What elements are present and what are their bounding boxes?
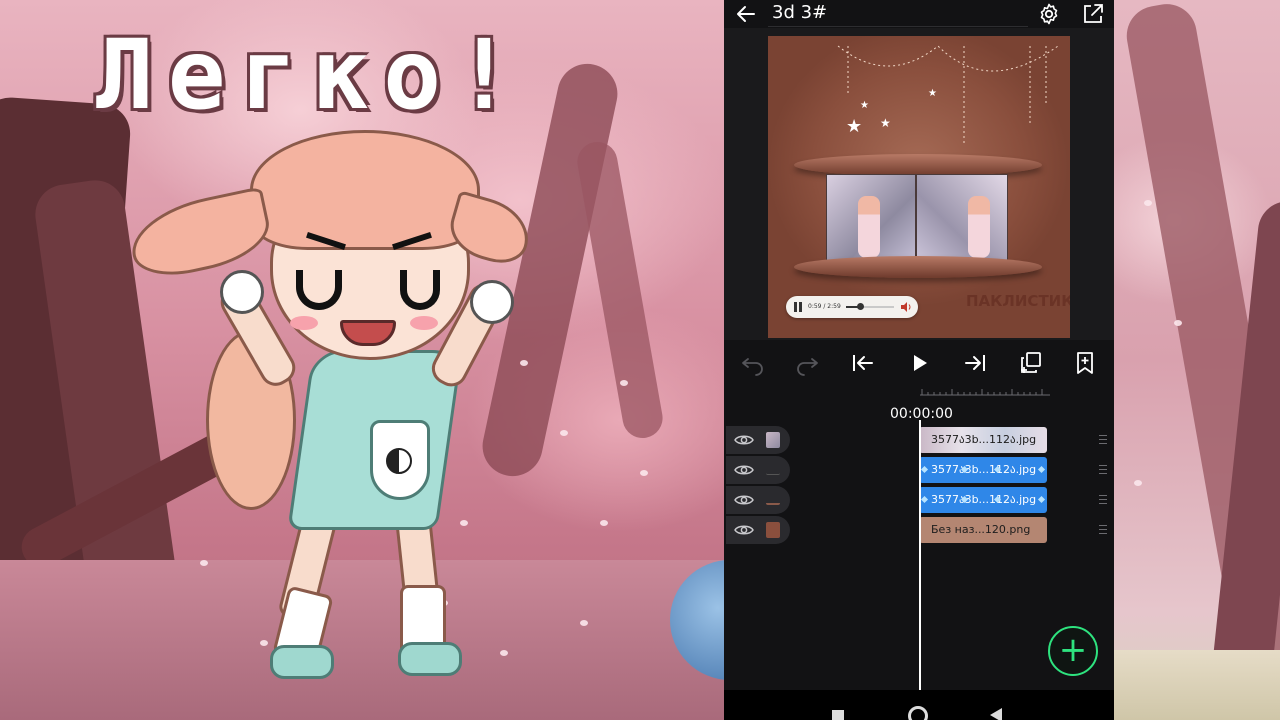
string-lights-decoration [837, 45, 1059, 146]
project-title[interactable]: 3d 3# [772, 1, 827, 25]
petal [580, 620, 588, 626]
track-thumbnail [766, 432, 780, 448]
eye-icon[interactable] [734, 492, 754, 508]
gear-icon[interactable] [1037, 2, 1061, 26]
recents-icon[interactable] [832, 710, 844, 720]
arrow-left-icon[interactable] [734, 2, 758, 26]
drag-handle-icon[interactable] [1099, 465, 1107, 474]
skip-start-icon[interactable] [850, 350, 876, 376]
petal [600, 520, 608, 526]
background-scene-right [1114, 0, 1280, 720]
video-editor-app: 3d 3# ★ ★ ★ ★ ПАКЛИСТИК 0:59 / 2:59 00:0… [724, 0, 1114, 720]
editor-toolbar [724, 340, 1114, 386]
star-icon: ★ [846, 116, 863, 137]
duplicate-icon[interactable] [1018, 350, 1044, 376]
timeline: 00:00:00 3577ა3b...112ა.jpg 3577ა3b...11… [724, 386, 1114, 690]
add-layer-button[interactable]: + [1048, 626, 1098, 676]
cube-top-slab [794, 154, 1042, 176]
eye-icon[interactable] [734, 432, 754, 448]
export-icon[interactable] [1081, 2, 1105, 26]
water-lilies [1114, 650, 1280, 720]
petal [1144, 200, 1152, 206]
clip-label: 3577ა3b...112ა.jpg [931, 433, 1037, 446]
eye-icon[interactable] [734, 462, 754, 478]
timeline-ruler[interactable] [920, 386, 1050, 396]
audio-player-overlay: 0:59 / 2:59 [786, 296, 918, 318]
track-thumbnail [766, 466, 780, 475]
drag-handle-icon[interactable] [1099, 525, 1107, 534]
player-seek-track[interactable] [846, 303, 894, 310]
system-nav-bar [724, 690, 1114, 720]
playhead[interactable] [919, 420, 921, 690]
timeline-clip[interactable]: 3577ა3b...112ა.jpg [919, 427, 1047, 453]
petal [620, 380, 628, 386]
home-icon[interactable] [908, 706, 928, 720]
volume-icon[interactable] [900, 301, 912, 313]
keyframe-marker[interactable] [920, 465, 929, 474]
track-thumbnail [766, 495, 780, 505]
back-triangle-icon[interactable] [990, 708, 1002, 720]
star-icon: ★ [928, 88, 937, 99]
clip-label: 3577ა3b...112ა.jpg [931, 463, 1037, 476]
clip-label: Без наз...120.png [931, 523, 1031, 536]
character-hair [250, 130, 480, 250]
overlay-title: Легко! [96, 19, 527, 131]
track-header [726, 456, 790, 484]
keyframe-marker[interactable] [1037, 495, 1046, 504]
star-icon: ★ [860, 100, 869, 111]
cube-figure [858, 196, 880, 258]
timeline-clip[interactable]: Без наз...120.png [919, 517, 1047, 543]
preview-watermark: ПАКЛИСТИКА [966, 292, 1070, 310]
character-glove [470, 280, 514, 324]
character-hair-ear [124, 186, 276, 284]
keyframe-marker[interactable] [920, 495, 929, 504]
editor-top-bar: 3d 3# [724, 0, 1114, 28]
player-time: 0:59 / 2:59 [808, 303, 841, 310]
keyframe-marker[interactable] [1037, 465, 1046, 474]
drag-handle-icon[interactable] [1099, 495, 1107, 504]
yin-yang-icon [386, 448, 412, 474]
track-header [726, 516, 790, 544]
character-blush [290, 316, 318, 330]
bookmark-add-icon[interactable] [1072, 350, 1098, 376]
cube-wall-right [916, 174, 1008, 266]
title-underline [768, 26, 1028, 27]
star-icon: ★ [880, 116, 891, 130]
character-blush [410, 316, 438, 330]
player-seek-knob[interactable] [857, 303, 865, 310]
clip-label: 3577ა3b...112ა.jpg [931, 493, 1037, 506]
eye-icon[interactable] [734, 522, 754, 538]
play-icon[interactable] [906, 350, 932, 376]
track-header [726, 486, 790, 514]
plus-icon: + [1058, 630, 1088, 670]
video-preview[interactable]: ★ ★ ★ ★ ПАКЛИСТИКА 0:59 / 2:59 [768, 36, 1070, 338]
petal [1134, 480, 1142, 486]
character-shoe [270, 645, 334, 679]
cube-bottom-slab [794, 256, 1042, 278]
redo-icon[interactable] [794, 350, 820, 376]
drag-handle-icon[interactable] [1099, 435, 1107, 444]
undo-icon[interactable] [740, 350, 766, 376]
petal [640, 470, 648, 476]
timecode: 00:00:00 [890, 406, 953, 422]
timeline-clip[interactable]: 3577ა3b...112ა.jpg [919, 487, 1047, 513]
preview-area: ★ ★ ★ ★ ПАКЛИСТИКА 0:59 / 2:59 [724, 28, 1114, 340]
character-illustration [120, 130, 540, 690]
character-shoe [398, 642, 462, 676]
petal [560, 430, 568, 436]
pause-icon[interactable] [794, 302, 802, 312]
petal [1174, 320, 1182, 326]
cube-figure [968, 196, 990, 258]
track-header [726, 426, 790, 454]
timeline-clip[interactable]: 3577ა3b...112ა.jpg [919, 457, 1047, 483]
tree-trunk [574, 138, 666, 442]
character-glove [220, 270, 264, 314]
character-eye [400, 270, 440, 310]
skip-end-icon[interactable] [962, 350, 988, 376]
track-thumbnail [766, 522, 780, 538]
